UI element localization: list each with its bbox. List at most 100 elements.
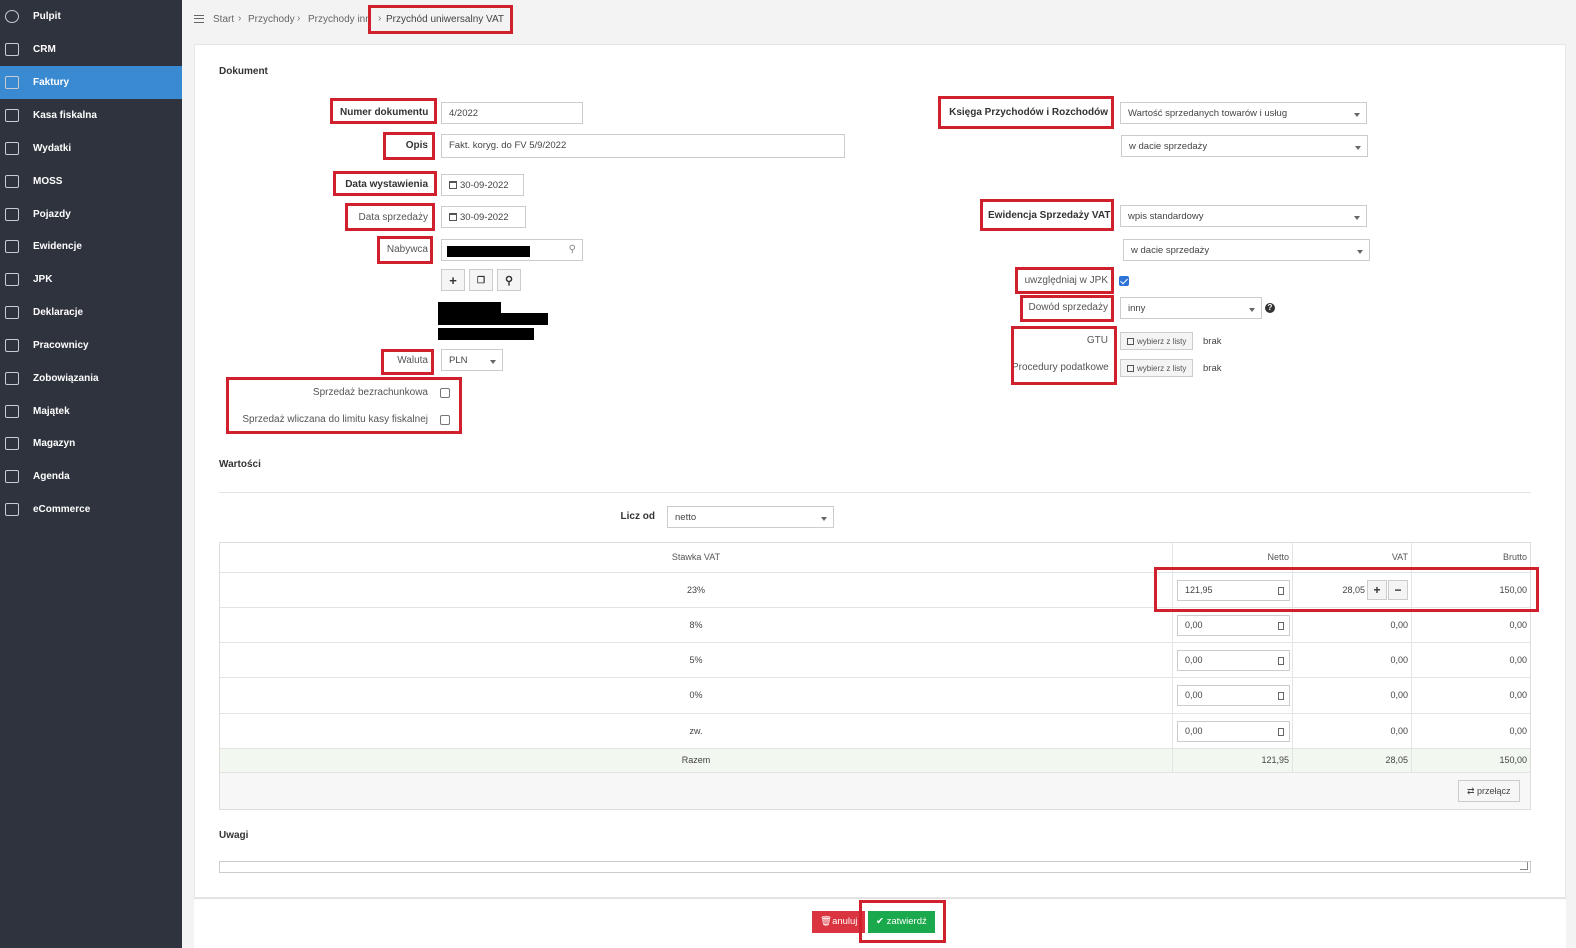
swap-icon: ⇄ <box>1467 786 1478 796</box>
gross-cell: 0,00 <box>1509 655 1527 665</box>
totals-row: Razem 121,95 28,05 150,00 <box>220 748 1530 773</box>
calc-from-label: Licz od <box>620 511 655 522</box>
table-footer <box>220 772 1530 809</box>
gross-cell: 0,00 <box>1509 690 1527 700</box>
breadcrumb-przychody[interactable]: Przychody <box>248 14 295 25</box>
kpir-date-select[interactable]: w dacie sprzedaży <box>1121 135 1368 157</box>
sidebar-item-pulpit[interactable]: Pulpit <box>0 0 182 33</box>
help-icon[interactable]: ? <box>1265 303 1275 313</box>
annotation-highlight <box>1011 326 1117 385</box>
vat-cell: 0,00 <box>1293 643 1412 678</box>
add-buyer-button[interactable]: + <box>441 269 465 291</box>
sale-date-value: 30-09-2022 <box>460 212 509 223</box>
annotation-highlight <box>1020 295 1114 322</box>
sidebar-item-ewidencje[interactable]: Ewidencje <box>0 230 182 263</box>
moss-icon <box>5 175 19 188</box>
sidebar-item-kasa-fiskalna[interactable]: Kasa fiskalna <box>0 99 182 132</box>
breadcrumb-start[interactable]: Start <box>213 14 234 25</box>
vat-date-select[interactable]: w dacie sprzedaży <box>1123 239 1370 261</box>
cancel-button[interactable]: 🗑anuluj <box>812 911 866 933</box>
car-icon <box>5 208 19 221</box>
gross-cell: 0,00 <box>1509 726 1527 736</box>
section-title-document: Dokument <box>219 66 268 77</box>
sale-date-input[interactable]: 30-09-2022 <box>441 206 526 228</box>
annotation-highlight <box>330 98 437 124</box>
rate-cell: 5% <box>220 643 1173 678</box>
calculator-icon <box>1278 657 1284 665</box>
buyer-input[interactable]: ⚲ <box>441 239 583 261</box>
table-row: 8% 0,00 0,00 0,00 <box>220 607 1530 643</box>
annotation-highlight <box>859 900 946 943</box>
declarations-icon <box>5 306 19 319</box>
sidebar-item-pojazdy[interactable]: Pojazdy <box>0 198 182 231</box>
chevron-right-icon: › <box>297 13 301 24</box>
annotation-highlight <box>226 377 462 434</box>
net-value: 0,00 <box>1185 655 1203 665</box>
trash-icon: 🗑 <box>820 916 833 927</box>
menu-icon[interactable] <box>194 15 204 23</box>
net-value: 0,00 <box>1185 690 1203 700</box>
notes-textarea[interactable] <box>219 861 1531 873</box>
rate-cell: zw. <box>220 714 1173 749</box>
annotation-highlight <box>333 171 437 196</box>
rate-cell: 0% <box>220 678 1173 713</box>
calc-from-select[interactable]: netto <box>667 506 834 528</box>
net-input[interactable]: 0,00 <box>1177 721 1290 742</box>
annotation-highlight <box>938 96 1114 129</box>
sidebar-item-majatek[interactable]: Majątek <box>0 395 182 428</box>
net-value: 0,00 <box>1185 620 1203 630</box>
totals-gross: 150,00 <box>1499 755 1527 765</box>
vat-register-select[interactable]: wpis standardowy <box>1120 205 1367 227</box>
invoice-icon <box>5 76 19 89</box>
calendar-icon <box>449 213 457 221</box>
gross-cell: 0,00 <box>1509 620 1527 630</box>
toggle-button[interactable]: ⇄ przełącz <box>1458 780 1520 802</box>
annotation-highlight <box>1154 567 1539 612</box>
issue-date-input[interactable]: 30-09-2022 <box>441 174 524 196</box>
section-title-notes: Uwagi <box>219 830 249 841</box>
table-row: 0% 0,00 0,00 0,00 <box>220 677 1530 713</box>
sidebar-item-agenda[interactable]: Agenda <box>0 460 182 493</box>
net-input[interactable]: 0,00 <box>1177 650 1290 671</box>
sidebar-item-wydatki[interactable]: Wydatki <box>0 132 182 165</box>
sidebar-item-faktury[interactable]: Faktury <box>0 66 182 99</box>
resize-handle-icon[interactable] <box>1520 862 1528 870</box>
sidebar-item-deklaracje[interactable]: Deklaracje <box>0 296 182 329</box>
dashboard-icon <box>5 10 19 23</box>
net-input[interactable]: 0,00 <box>1177 685 1290 706</box>
records-icon <box>5 240 19 253</box>
tax-procedures-select-button[interactable]: wybierz z listy <box>1120 359 1194 377</box>
net-cell: 0,00 <box>1173 643 1293 678</box>
annotation-highlight <box>377 236 433 264</box>
breadcrumb-przychody-inne[interactable]: Przychody inn <box>308 14 371 25</box>
sidebar-item-ecommerce[interactable]: eCommerce <box>0 493 182 526</box>
kpir-select[interactable]: Wartość sprzedanych towarów i usług <box>1120 102 1367 124</box>
calculator-icon <box>1278 622 1284 630</box>
sale-proof-select[interactable]: inny <box>1120 297 1262 319</box>
jpk-checkbox[interactable] <box>1119 276 1129 286</box>
jpk-icon <box>5 273 19 286</box>
sidebar-item-moss[interactable]: MOSS <box>0 165 182 198</box>
column-header-rate: Stawka VAT <box>220 543 1173 572</box>
search-buyer-button[interactable]: ⚲ <box>497 269 521 291</box>
sidebar-item-jpk[interactable]: JPK <box>0 263 182 296</box>
gtu-select-button[interactable]: wybierz z listy <box>1120 332 1194 350</box>
sidebar-item-crm[interactable]: CRM <box>0 33 182 66</box>
document-number-input[interactable]: 4/2022 <box>441 102 583 124</box>
copy-buyer-button[interactable]: ❐ <box>469 269 493 291</box>
redacted-buyer-line <box>438 328 534 340</box>
net-cell: 0,00 <box>1173 678 1293 713</box>
currency-select[interactable]: PLN <box>441 349 503 371</box>
sidebar-item-magazyn[interactable]: Magazyn <box>0 427 182 460</box>
calculator-icon <box>1278 692 1284 700</box>
table-row: zw. 0,00 0,00 0,00 <box>220 713 1530 749</box>
redacted-buyer-name <box>447 246 530 257</box>
annotation-highlight <box>381 349 434 375</box>
tax-procedures-value: brak <box>1203 363 1222 374</box>
calendar-icon <box>449 181 457 189</box>
search-icon: ⚲ <box>568 244 576 255</box>
sidebar-item-pracownicy[interactable]: Pracownicy <box>0 329 182 362</box>
net-input[interactable]: 0,00 <box>1177 615 1290 636</box>
description-input[interactable]: Fakt. koryg. do FV 5/9/2022 <box>441 134 845 158</box>
sidebar-item-zobowiazania[interactable]: Zobowiązania <box>0 362 182 395</box>
